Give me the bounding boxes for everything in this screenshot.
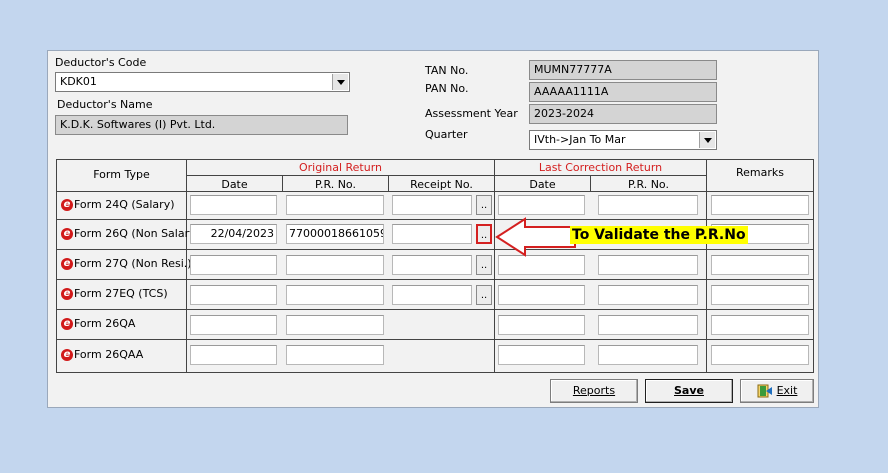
form-27q-label: e Form 27Q (Non Resi.) <box>61 257 192 270</box>
form-26qa-date-field[interactable] <box>190 315 277 335</box>
e-logo-icon: e <box>61 198 73 211</box>
form-27eq-date-field[interactable] <box>190 285 277 305</box>
form-24q-label: e Form 24Q (Salary) <box>61 198 175 211</box>
receipt-no-subheader: Receipt No. <box>410 178 473 191</box>
tan-label: TAN No. <box>425 64 469 77</box>
form-26qaa-remarks-field[interactable] <box>711 345 809 365</box>
form-26q-pr-field[interactable]: 770000186610594 <box>286 224 384 244</box>
form-27q-correction-date-field[interactable] <box>498 255 585 275</box>
deductor-code-label: Deductor's Code <box>55 56 147 69</box>
form-26q-receipt-field[interactable] <box>392 224 472 244</box>
quarter-label: Quarter <box>425 128 468 141</box>
annotation-arrow-icon <box>495 217 576 257</box>
form-27eq-browse-button[interactable]: .. <box>476 285 492 305</box>
form-27eq-label: e Form 27EQ (TCS) <box>61 287 168 300</box>
quarter-select[interactable]: IVth->Jan To Mar <box>529 130 717 150</box>
exit-button[interactable]: Exit <box>740 379 814 403</box>
assessment-year-field[interactable]: 2023-2024 <box>529 104 717 124</box>
chevron-down-icon[interactable] <box>699 132 715 148</box>
exit-door-icon <box>757 384 772 398</box>
tan-field[interactable]: MUMN77777A <box>529 60 717 80</box>
reports-button[interactable]: Reports <box>550 379 638 403</box>
form-27q-remarks-field[interactable] <box>711 255 809 275</box>
form-26qa-correction-date-field[interactable] <box>498 315 585 335</box>
date-subheader: Date <box>221 178 248 191</box>
original-return-header: Original Return <box>298 161 383 174</box>
save-button[interactable]: Save <box>645 379 733 403</box>
form-27eq-receipt-field[interactable] <box>392 285 472 305</box>
chevron-down-icon[interactable] <box>332 74 348 90</box>
form-26qaa-pr-field[interactable] <box>286 345 384 365</box>
form-26qa-label: e Form 26QA <box>61 317 135 330</box>
form-type-header: Form Type <box>93 168 150 181</box>
form-27q-browse-button[interactable]: .. <box>476 255 492 275</box>
form-27eq-pr-field[interactable] <box>286 285 384 305</box>
pr-no-subheader: P.R. No. <box>315 178 356 191</box>
form-27q-pr-field[interactable] <box>286 255 384 275</box>
form-24q-remarks-field[interactable] <box>711 195 809 215</box>
form-27eq-remarks-field[interactable] <box>711 285 809 305</box>
correction-date-subheader: Date <box>529 178 556 191</box>
form-26q-browse-button[interactable]: .. <box>476 224 492 244</box>
e-logo-icon: e <box>61 317 73 330</box>
e-logo-icon: e <box>61 257 73 270</box>
form-return-grid: Form Type Original Return Last Correctio… <box>56 159 814 373</box>
form-24q-pr-field[interactable] <box>286 195 384 215</box>
form-24q-date-field[interactable] <box>190 195 277 215</box>
deductor-code-value: KDK01 <box>60 75 97 88</box>
form-26qaa-correction-pr-field[interactable] <box>598 345 698 365</box>
form-27eq-correction-pr-field[interactable] <box>598 285 698 305</box>
e-logo-icon: e <box>61 227 73 240</box>
form-26qaa-correction-date-field[interactable] <box>498 345 585 365</box>
form-26qaa-label: e Form 26QAA <box>61 348 143 361</box>
form-27q-date-field[interactable] <box>190 255 277 275</box>
pan-label: PAN No. <box>425 82 469 95</box>
form-26q-label: e Form 26Q (Non Salary) <box>61 227 200 240</box>
annotation-text: To Validate the P.R.No <box>570 226 748 244</box>
tds-return-panel: Deductor's Code KDK01 Deductor's Name K.… <box>47 50 819 408</box>
form-24q-browse-button[interactable]: .. <box>476 195 492 215</box>
form-24q-correction-pr-field[interactable] <box>598 195 698 215</box>
deductor-name-field[interactable]: K.D.K. Softwares (I) Pvt. Ltd. <box>55 115 348 135</box>
deductor-code-select[interactable]: KDK01 <box>55 72 350 92</box>
form-26qaa-date-field[interactable] <box>190 345 277 365</box>
form-26q-date-field[interactable]: 22/04/2023 <box>190 224 277 244</box>
last-correction-header: Last Correction Return <box>538 161 663 174</box>
form-27q-receipt-field[interactable] <box>392 255 472 275</box>
remarks-header: Remarks <box>736 166 784 179</box>
form-26qa-correction-pr-field[interactable] <box>598 315 698 335</box>
correction-pr-no-subheader: P.R. No. <box>628 178 669 191</box>
assessment-year-label: Assessment Year <box>425 107 518 120</box>
e-logo-icon: e <box>61 348 73 361</box>
e-logo-icon: e <box>61 287 73 300</box>
form-27eq-correction-date-field[interactable] <box>498 285 585 305</box>
form-26qa-remarks-field[interactable] <box>711 315 809 335</box>
deductor-name-label: Deductor's Name <box>57 98 153 111</box>
form-27q-correction-pr-field[interactable] <box>598 255 698 275</box>
form-24q-correction-date-field[interactable] <box>498 195 585 215</box>
form-26qa-pr-field[interactable] <box>286 315 384 335</box>
pan-field[interactable]: AAAAA1111A <box>529 82 717 102</box>
form-24q-receipt-field[interactable] <box>392 195 472 215</box>
quarter-value: IVth->Jan To Mar <box>534 133 626 146</box>
